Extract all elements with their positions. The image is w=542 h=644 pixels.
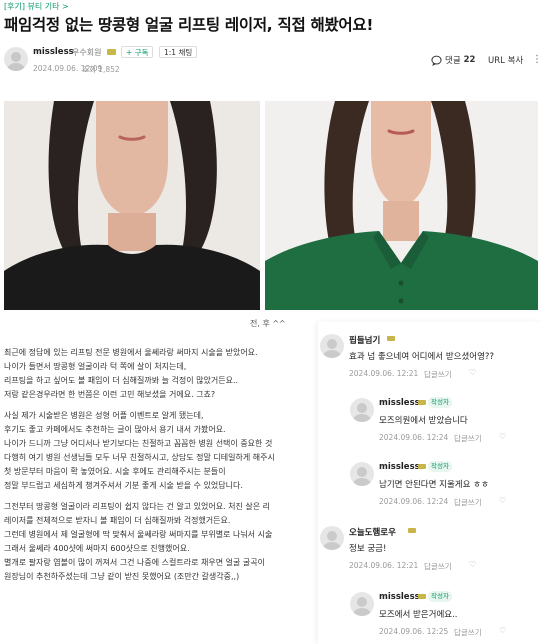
comment-text: 모즈에서 받은거에요.. (379, 610, 458, 620)
author-avatar[interactable] (4, 47, 28, 71)
reply-button[interactable]: 답글쓰기 (454, 497, 482, 508)
heart-icon[interactable]: ♡ (499, 496, 506, 505)
body-line: 레이저를 전체적으로 받자니 볼 패임이 더 심해질까봐 걱정했거든요. (4, 516, 231, 525)
body-line: 나이가 드니까 그냥 어디서나 받기보다는 친절하고 꼼꼼한 병원 선택이 중요… (4, 439, 273, 448)
body-line: 후기도 좋고 카페에서도 추천하는 글이 많아서 용기 내서 가봤어요. (4, 425, 226, 434)
commenter-name[interactable]: 핍들넘기 (349, 334, 380, 346)
body-line: 별개로 팔자랑 염볼이 많이 꺼져서 그건 나중에 스컬트라로 채우면 얼굴 굴… (4, 558, 265, 567)
reply-button[interactable]: 답글쓰기 (424, 561, 452, 572)
author-name[interactable]: missless (33, 47, 74, 57)
comment-count: 22 (463, 55, 476, 65)
reply-button[interactable]: 답글쓰기 (424, 369, 452, 380)
post-title: 패임걱정 없는 땅콩형 얼굴 리프팅 레이저, 직접 해봤어요! (4, 16, 374, 34)
reply-button[interactable]: 답글쓰기 (454, 627, 482, 638)
before-photo (4, 101, 260, 310)
comment-icon (431, 55, 442, 66)
reply-button[interactable]: 답글쓰기 (454, 433, 482, 444)
heart-icon[interactable]: ♡ (499, 626, 506, 635)
writer-badge: 작성자 (428, 461, 452, 472)
breadcrumb[interactable]: [후기] 뷰티 기타 > (4, 1, 69, 12)
body-line: 그런데 병원에서 제 얼굴형에 딱 맞춰서 울쎄라랑 써마지를 부위별로 나눠서… (4, 530, 273, 539)
commenter-name[interactable]: missless (379, 592, 420, 602)
heart-icon[interactable]: ♡ (469, 368, 476, 377)
comment-text: 효과 넘 좋으네여 어디에서 받으셨어영?? (349, 352, 494, 362)
url-copy-button[interactable]: URL 복사 (488, 54, 523, 66)
body-line: 저랑 같은경우라면 한 번쯤은 이런 고민 해보셨을 거에요. 그쵸? (4, 390, 216, 399)
after-photo (265, 101, 538, 310)
post-body: 최근에 정답에 있는 리프팅 전문 병원에서 울쎄라랑 써마지 시술을 받았어요… (4, 346, 316, 644)
comment-item: missless 작성자 모즈의원에서 받았습니다 2024.09.06. 12… (318, 396, 542, 446)
comment-item: 핍들넘기 효과 넘 좋으네여 어디에서 받으셨어영?? 2024.09.06. … (318, 332, 542, 382)
body-line: 그래서 울쎄라 400샷에 써마지 600샷으로 진행했어요. (4, 544, 190, 553)
photo-caption: 전, 후 ^^ (250, 319, 286, 328)
commenter-avatar[interactable] (350, 398, 374, 422)
commenter-name[interactable]: 오늘도햄로우 (349, 526, 396, 538)
comment-date: 2024.09.06. 12:21 (349, 561, 419, 570)
writer-badge: 작성자 (428, 591, 452, 602)
heart-icon[interactable]: ♡ (469, 560, 476, 569)
body-line: 리프팅을 하고 싶어도 볼 패임이 더 심해질까봐 늘 걱정이 많았거든요.. (4, 376, 239, 385)
more-icon[interactable]: ⋮ (532, 54, 542, 65)
grade-badge-icon (408, 528, 416, 533)
grade-badge-icon (418, 400, 426, 405)
commenter-avatar[interactable] (320, 526, 344, 550)
heart-icon[interactable]: ♡ (499, 432, 506, 441)
comment-item: missless 작성자 남기면 안된다면 지울게요 ㅎㅎ 2024.09.06… (318, 460, 542, 510)
comment-label: 댓글 (445, 56, 461, 66)
comment-date: 2024.09.06. 12:25 (379, 627, 449, 636)
grade-badge-icon (418, 464, 426, 469)
comment-item: missless 작성자 모즈에서 받은거에요.. 2024.09.06. 12… (318, 590, 542, 644)
writer-badge: 작성자 (428, 397, 452, 408)
subscribe-button[interactable]: + 구독 (121, 46, 154, 58)
body-line: 나이가 들면서 땅콩형 얼굴이라 턱 쪽에 살이 처지는데, (4, 362, 187, 371)
author-grade: 우수회원 (72, 48, 102, 57)
comment-text: 남기면 안된다면 지울게요 ㅎㅎ (379, 480, 489, 490)
comment-count-button[interactable]: 댓글 22 (431, 54, 475, 66)
chat-button[interactable]: 1:1 채팅 (159, 46, 198, 58)
view-count: 조회 1,852 (82, 65, 120, 74)
grade-badge-icon (387, 336, 395, 341)
comment-item: 오늘도햄로우 정보 궁금! 2024.09.06. 12:21 답글쓰기 ♡ (318, 524, 542, 574)
comment-date: 2024.09.06. 12:24 (379, 497, 449, 506)
commenter-avatar[interactable] (350, 462, 374, 486)
commenter-avatar[interactable] (320, 334, 344, 358)
body-line: 사실 제가 시술받은 병원은 성형 어플 이벤트로 알게 됐는데, (4, 411, 204, 420)
comment-date: 2024.09.06. 12:21 (349, 369, 419, 378)
comments-panel: 핍들넘기 효과 넘 좋으네여 어디에서 받으셨어영?? 2024.09.06. … (318, 322, 542, 644)
grade-badge-icon (107, 49, 116, 55)
comment-date: 2024.09.06. 12:24 (379, 433, 449, 442)
body-line: 다행히 여기 병원 선생님들 모두 너무 친절하시고, 상담도 정말 디테일하게… (4, 453, 275, 462)
author-row: missless 우수회원 + 구독 1:1 채팅 2024.09.06. 12… (4, 44, 542, 78)
body-line: 그전부터 땅콩형 얼굴이라 리프팅이 쉽지 않다는 건 알고 있었어요. 처진 … (4, 502, 271, 511)
comment-text: 모즈의원에서 받았습니다 (379, 416, 468, 426)
body-line: 첫 방문부터 마음이 확 놓였어요. 시술 후에도 관리해주시는 분들이 (4, 467, 226, 476)
body-line: 원장님이 추천하주셨는데 그냥 같이 받진 못했어요 (조만간 갈생각중,,) (4, 572, 240, 581)
commenter-name[interactable]: missless (379, 462, 420, 472)
commenter-avatar[interactable] (350, 592, 374, 616)
body-line: 최근에 정답에 있는 리프팅 전문 병원에서 울쎄라랑 써마지 시술을 받았어요… (4, 348, 258, 357)
body-line: 정말 부드럽고 세심하게 챙겨주셔서 기분 좋게 시술 받을 수 있었답니다. (4, 481, 243, 490)
comment-text: 정보 궁금! (349, 544, 387, 554)
commenter-name[interactable]: missless (379, 398, 420, 408)
grade-badge-icon (418, 594, 426, 599)
